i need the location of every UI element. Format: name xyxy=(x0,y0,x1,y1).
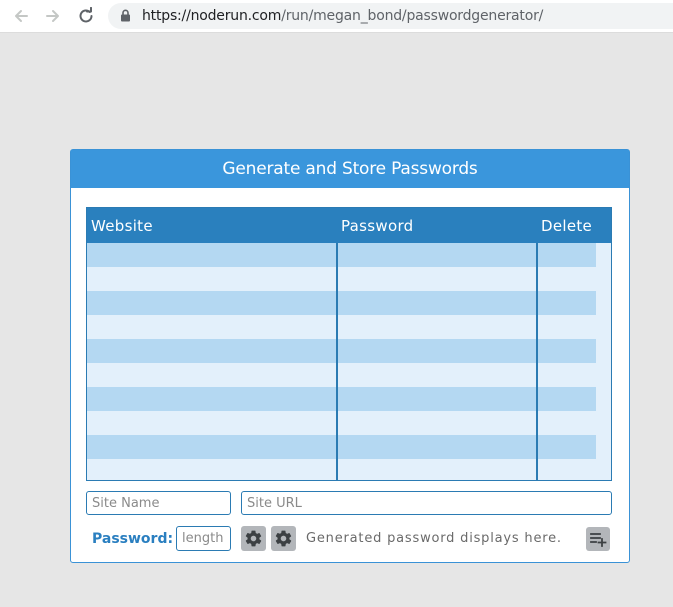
site-name-input[interactable] xyxy=(86,491,231,515)
website-cell xyxy=(87,243,337,267)
password-cell xyxy=(337,243,537,267)
password-cell xyxy=(337,291,537,315)
lock-icon xyxy=(121,9,130,22)
password-cell xyxy=(337,411,537,435)
website-cell xyxy=(87,363,337,387)
password-cell xyxy=(337,315,537,339)
website-cell xyxy=(87,459,337,480)
password-label: Password: xyxy=(92,531,174,547)
delete-cell[interactable] xyxy=(537,315,596,339)
column-header-website: Website xyxy=(91,217,153,235)
panel-title: Generate and Store Passwords xyxy=(71,150,629,188)
browser-toolbar: https://noderun.com/run/megan_bond/passw… xyxy=(0,0,673,33)
table-body xyxy=(87,243,596,480)
website-cell xyxy=(87,267,337,291)
arrow-right-icon xyxy=(46,10,59,22)
password-panel: Generate and Store Passwords Website Pas… xyxy=(70,149,630,563)
generate-settings-button[interactable] xyxy=(241,526,266,551)
website-cell xyxy=(87,315,337,339)
table-row xyxy=(87,243,596,267)
address-bar[interactable]: https://noderun.com/run/megan_bond/passw… xyxy=(108,3,673,29)
add-entry-button[interactable] xyxy=(586,527,610,551)
back-button[interactable] xyxy=(10,5,32,27)
website-cell xyxy=(87,435,337,459)
column-header-password: Password xyxy=(341,217,414,235)
table-row xyxy=(87,339,596,363)
password-cell xyxy=(337,267,537,291)
table-row xyxy=(87,411,596,435)
delete-cell[interactable] xyxy=(537,363,596,387)
reload-icon xyxy=(79,7,93,23)
delete-cell[interactable] xyxy=(537,411,596,435)
table-row xyxy=(87,315,596,339)
playlist-add-icon xyxy=(590,533,607,547)
column-header-delete: Delete xyxy=(541,217,593,235)
table-row xyxy=(87,267,596,291)
website-cell xyxy=(87,411,337,435)
forward-button[interactable] xyxy=(42,5,64,27)
generate-password-button[interactable] xyxy=(271,526,296,551)
column-divider xyxy=(337,243,338,480)
site-url-input[interactable] xyxy=(241,491,612,515)
table-row xyxy=(87,435,596,459)
length-input[interactable] xyxy=(176,526,231,551)
url-host: https://noderun.com xyxy=(142,8,282,24)
password-cell xyxy=(337,435,537,459)
arrow-left-icon xyxy=(15,10,28,22)
website-cell xyxy=(87,291,337,315)
table-row xyxy=(87,387,596,411)
delete-cell[interactable] xyxy=(537,459,596,480)
table-header: Website Password Delete xyxy=(87,208,611,243)
delete-cell[interactable] xyxy=(537,339,596,363)
table-row xyxy=(87,291,596,315)
password-cell xyxy=(337,387,537,411)
password-cell xyxy=(337,459,537,480)
table-row xyxy=(87,459,596,480)
delete-cell[interactable] xyxy=(537,387,596,411)
gear-icon xyxy=(275,530,292,547)
delete-cell[interactable] xyxy=(537,243,596,267)
delete-cell[interactable] xyxy=(537,435,596,459)
delete-cell[interactable] xyxy=(537,267,596,291)
password-cell xyxy=(337,363,537,387)
url-text: https://noderun.com/run/megan_bond/passw… xyxy=(142,8,543,24)
website-cell xyxy=(87,387,337,411)
password-table: Website Password Delete xyxy=(86,207,612,481)
website-cell xyxy=(87,339,337,363)
column-divider xyxy=(537,243,538,480)
gear-icon xyxy=(245,530,262,547)
url-path: /run/megan_bond/passwordgenerator/ xyxy=(281,8,544,24)
table-row xyxy=(87,363,596,387)
password-cell xyxy=(337,339,537,363)
delete-cell[interactable] xyxy=(537,291,596,315)
generated-password-text: Generated password displays here. xyxy=(306,531,562,546)
reload-button[interactable] xyxy=(75,5,97,27)
